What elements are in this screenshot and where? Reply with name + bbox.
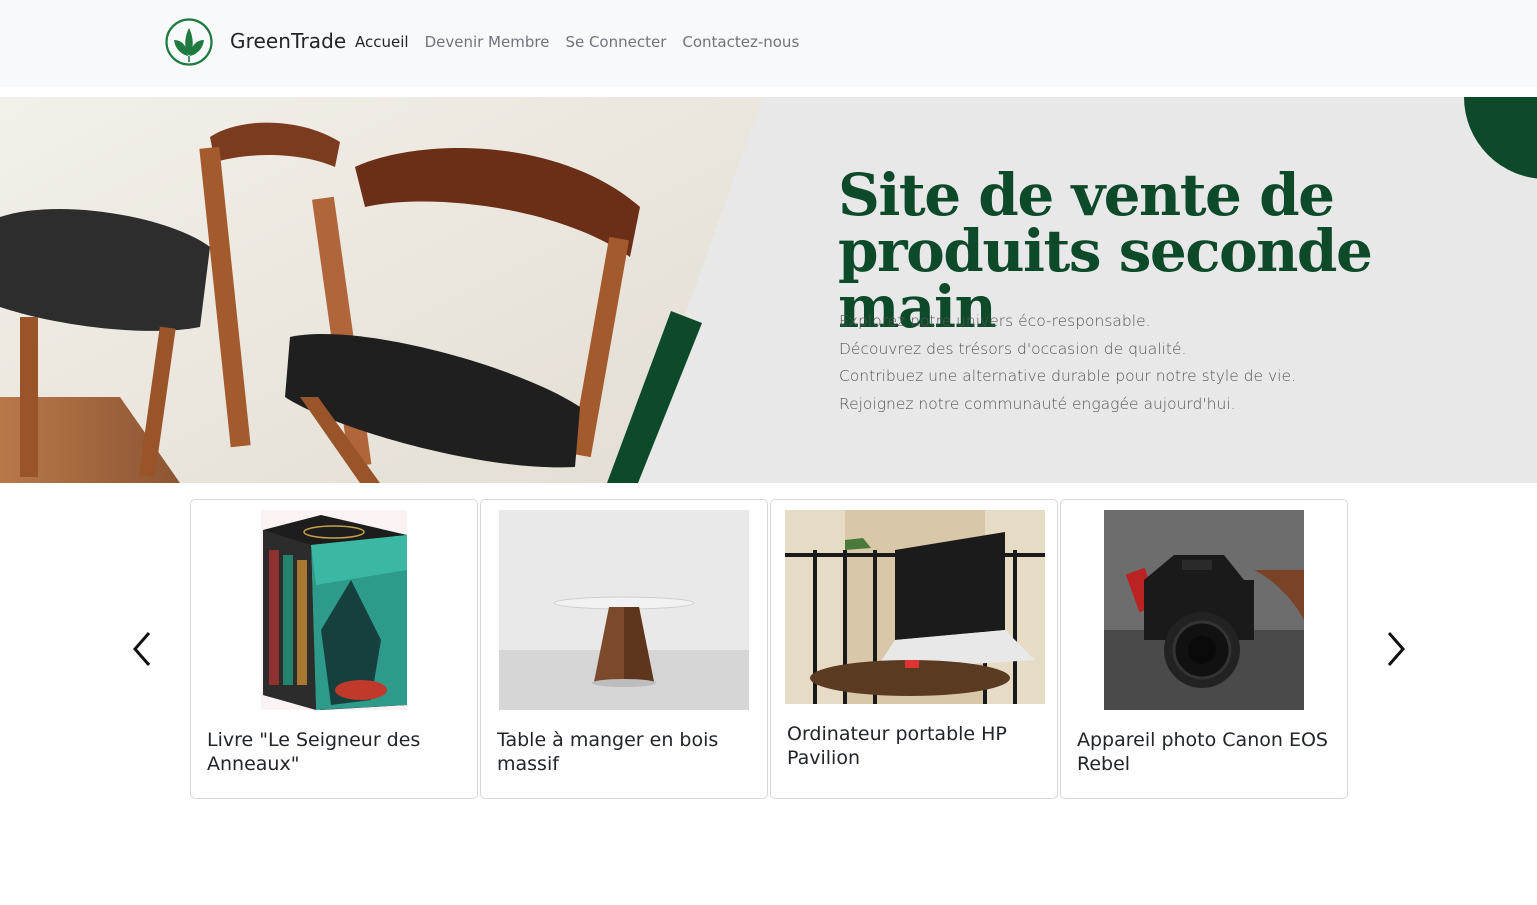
hero-line: Contribuez une alternative durable pour … [839, 367, 1296, 385]
product-card-book[interactable]: Livre "Le Seigneur des Anneaux" [190, 499, 478, 799]
nav-link-devenir-membre[interactable]: Devenir Membre [425, 33, 550, 51]
product-image-table [499, 510, 749, 710]
nav-link-se-connecter[interactable]: Se Connecter [565, 33, 666, 51]
product-image-camera [1104, 510, 1304, 710]
product-title[interactable]: Livre "Le Seigneur des Anneaux" [207, 728, 465, 776]
product-title[interactable]: Table à manger en bois massif [497, 728, 755, 776]
nav-links: Accueil Devenir Membre Se Connecter Cont… [355, 33, 799, 51]
hero-line: Explorez notre univers éco-responsable. [839, 312, 1151, 330]
brand-name[interactable]: GreenTrade [230, 29, 346, 53]
hero-description: Explorez notre univers éco-responsable. … [839, 308, 1296, 418]
hero-line: Découvrez des trésors d'occasion de qual… [839, 339, 1187, 358]
product-card-table[interactable]: Table à manger en bois massif [480, 499, 768, 799]
leaf-logo-icon[interactable] [164, 18, 214, 66]
product-image-laptop [785, 510, 1045, 704]
hero-line: Rejoignez notre communauté engagée aujou… [839, 394, 1236, 413]
navbar: GreenTrade Accueil Devenir Membre Se Con… [0, 0, 1537, 87]
carousel-next-icon[interactable] [1385, 630, 1407, 668]
product-card-camera[interactable]: Appareil photo Canon EOS Rebel [1060, 499, 1348, 799]
product-title[interactable]: Ordinateur portable HP Pavilion [787, 722, 1045, 770]
carousel-prev-icon[interactable] [131, 630, 153, 668]
hero-banner: Site de vente de produits seconde main E… [0, 97, 1537, 483]
hero-title-line1: Site de vente de [838, 161, 1335, 229]
nav-link-accueil[interactable]: Accueil [355, 33, 409, 51]
hero-chairs-image [0, 97, 763, 483]
product-image-book [261, 510, 407, 710]
nav-link-contact[interactable]: Contactez-nous [682, 33, 799, 51]
product-card-laptop[interactable]: Ordinateur portable HP Pavilion [770, 499, 1058, 799]
product-title[interactable]: Appareil photo Canon EOS Rebel [1077, 728, 1335, 776]
